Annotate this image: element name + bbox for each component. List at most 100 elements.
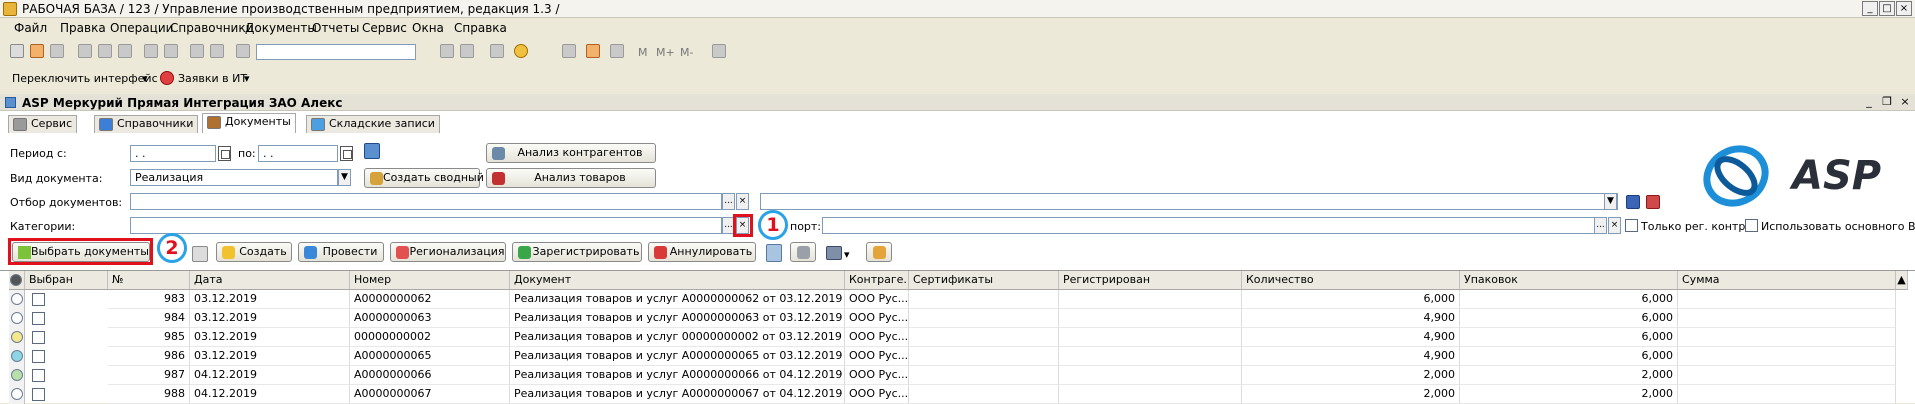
memory-plus-button[interactable]: M+ [656,46,675,59]
memory-button[interactable]: M [638,46,648,59]
row-marker[interactable] [9,366,25,385]
row-marker[interactable] [9,290,25,309]
menu-catalogs[interactable]: Справочники [170,21,253,35]
period-to-input[interactable]: . . [258,145,338,162]
copy-doc-icon[interactable] [192,246,208,262]
filter-value-dropdown-arrow[interactable]: ▼ [1604,193,1617,210]
save-filter-icon[interactable] [1626,195,1640,209]
tools-icon[interactable] [712,44,726,58]
table-row[interactable]: 988 04.12.2019 A0000000067 Реализация товар… [0,385,1915,404]
printer-icon[interactable] [826,246,842,260]
regionalization-button[interactable]: Регионализация [390,242,506,262]
table-row[interactable]: 987 04.12.2019 A0000000066 Реализация товар… [0,366,1915,385]
inner-close-button[interactable]: × [1898,96,1912,109]
row-marker[interactable] [9,385,25,404]
save-icon[interactable] [50,44,64,58]
eraser-button[interactable] [790,242,816,262]
menu-windows[interactable]: Окна [412,21,444,35]
menu-documents[interactable]: Документы [245,21,317,35]
print-icon[interactable] [144,44,158,58]
switch-interface-arrow[interactable]: ▾ [142,72,148,85]
create-summary-button[interactable]: Создать сводный [364,168,484,188]
period-to-calendar-icon[interactable] [340,146,353,161]
redo-icon[interactable] [210,44,224,58]
filter-value-select[interactable] [760,193,1618,210]
categories-input[interactable] [130,217,722,234]
menu-edit[interactable]: Правка [60,21,106,35]
find-icon[interactable] [236,44,250,58]
post-button[interactable]: Провести [298,242,384,262]
table-row[interactable]: 985 03.12.2019 00000000002 Реализация товар… [0,328,1915,347]
header-date[interactable]: Дата [190,271,350,290]
menu-reports[interactable]: Отчеты [312,21,359,35]
menu-file[interactable]: Файл [14,21,47,35]
tab-catalogs[interactable]: Справочники [94,115,199,133]
tab-warehouse-records[interactable]: Складские записи [306,115,440,133]
search-input[interactable] [256,44,416,60]
inner-minimize-button[interactable]: _ [1862,96,1876,109]
table-row[interactable]: 984 03.12.2019 A0000000063 Реализация товар… [0,309,1915,328]
import-clear-button[interactable]: × [1608,217,1621,234]
header-sum[interactable]: Сумма [1678,271,1896,290]
inner-restore-button[interactable]: ❐ [1880,96,1894,109]
undo-icon[interactable] [190,44,204,58]
info-icon[interactable] [514,44,528,58]
import-input[interactable] [822,217,1596,234]
find-prev-icon[interactable] [460,44,474,58]
menu-help[interactable]: Справка [454,21,507,35]
header-selected[interactable]: Выбран [25,271,108,290]
minimize-button[interactable]: _ [1862,1,1878,16]
row-select-checkbox[interactable] [32,331,45,344]
register-button[interactable]: Зарегистрировать [512,242,642,262]
calculator-icon[interactable] [562,44,576,58]
header-packages[interactable]: Упаковок [1460,271,1678,290]
find-next-icon[interactable] [440,44,454,58]
filter-input[interactable] [130,193,722,210]
only-reg-checkbox[interactable] [1625,219,1638,232]
row-select-checkbox[interactable] [32,293,45,306]
analysis-goods-button[interactable]: Анализ товаров [486,168,656,188]
row-marker[interactable] [9,309,25,328]
row-select-checkbox[interactable] [32,350,45,363]
period-select-icon[interactable] [364,143,380,159]
open-folder-icon[interactable] [30,44,44,58]
delete-filter-icon[interactable] [1646,195,1660,209]
switch-interface-button[interactable]: Переключить интерфейс [12,72,158,85]
windows-icon[interactable] [490,44,504,58]
header-doc-number[interactable]: Номер [350,271,510,290]
table-row[interactable]: 983 03.12.2019 A0000000062 Реализация товар… [0,290,1915,309]
tab-service[interactable]: Сервис [8,115,78,133]
menu-service[interactable]: Сервис [362,21,407,35]
period-from-input[interactable]: . . [130,145,216,162]
close-button[interactable]: × [1896,1,1912,16]
header-quantity[interactable]: Количество [1242,271,1460,290]
it-requests-button[interactable]: Заявки в ИТ [178,72,247,85]
new-document-icon[interactable] [10,44,24,58]
preview-icon[interactable] [164,44,178,58]
filter-clear-button[interactable]: × [736,193,749,210]
cut-icon[interactable] [78,44,92,58]
scroll-up-arrow[interactable]: ▲ [1896,271,1908,290]
create-button[interactable]: Создать [216,242,292,262]
clipboard-icon[interactable] [610,44,624,58]
analysis-contractors-button[interactable]: Анализ контрагентов [486,143,656,163]
row-select-checkbox[interactable] [32,312,45,325]
menu-operations[interactable]: Операции [110,21,173,35]
cancel-button[interactable]: Аннулировать [648,242,756,262]
trash-icon[interactable] [766,244,782,262]
copy-icon[interactable] [98,44,112,58]
header-contractor[interactable]: Контраге... [845,271,909,290]
period-from-calendar-icon[interactable] [218,146,231,161]
paste-icon[interactable] [118,44,132,58]
calendar-icon[interactable] [586,44,600,58]
header-certificates[interactable]: Сертификаты [909,271,1059,290]
import-select-button[interactable]: ... [1594,217,1607,234]
header-select-all[interactable] [9,271,25,290]
doc-type-select[interactable]: Реализация [130,169,338,186]
it-requests-arrow[interactable]: ▾ [244,72,250,85]
printer-dropdown-arrow[interactable]: ▾ [844,248,850,261]
header-registered[interactable]: Регистрирован [1059,271,1242,290]
use-main-vv-checkbox[interactable] [1745,219,1758,232]
row-marker[interactable] [9,328,25,347]
colors-button[interactable] [866,242,892,262]
